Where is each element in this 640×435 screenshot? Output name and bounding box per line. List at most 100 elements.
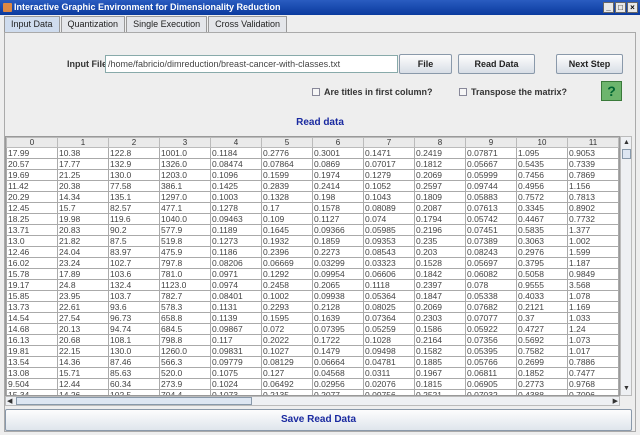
file-button[interactable]: File (399, 54, 452, 74)
table-cell[interactable]: 0.08543 (363, 246, 415, 258)
column-header[interactable]: 7 (363, 137, 415, 148)
table-cell[interactable]: 0.4956 (516, 180, 568, 192)
table-cell[interactable]: 0.2458 (261, 279, 313, 291)
table-cell[interactable]: 96.73 (108, 312, 160, 324)
table-cell[interactable]: 17.77 (57, 158, 109, 170)
table-cell[interactable]: 0.05922 (465, 323, 517, 335)
table-cell[interactable]: 15.71 (57, 367, 109, 379)
table-row[interactable]: 13.73 22.61 93.6 578.3 0.1131 0.2293 0.2128 0.0… (6, 301, 619, 313)
table-cell[interactable]: 0.1043 (363, 191, 415, 203)
table-cell[interactable]: 0.1075 (210, 367, 262, 379)
table-cell[interactable]: 0.07356 (465, 334, 517, 346)
table-cell[interactable]: 0.9053 (567, 147, 619, 159)
table-cell[interactable]: 0.08129 (261, 356, 313, 368)
table-cell[interactable]: 119.6 (108, 213, 160, 225)
table-cell[interactable]: 0.4467 (516, 213, 568, 225)
table-cell[interactable]: 0.06669 (261, 257, 313, 269)
table-cell[interactable]: 20.38 (57, 180, 109, 192)
table-cell[interactable]: 0.203 (414, 246, 466, 258)
table-cell[interactable]: 0.2069 (414, 169, 466, 181)
table-cell[interactable]: 0.4033 (516, 290, 568, 302)
column-header[interactable]: 3 (159, 137, 211, 148)
vertical-scrollbar[interactable]: ▲ ▼ (620, 136, 632, 396)
column-header[interactable]: 1 (57, 137, 109, 148)
table-cell[interactable]: 0.37 (516, 312, 568, 324)
table-cell[interactable]: 0.1859 (312, 235, 364, 247)
table-cell[interactable]: 14.68 (6, 323, 58, 335)
table-cell[interactable]: 0.1027 (261, 345, 313, 357)
table-cell[interactable]: 0.1139 (210, 312, 262, 324)
table-cell[interactable]: 0.07389 (465, 235, 517, 247)
table-cell[interactable]: 19.17 (6, 279, 58, 291)
table-row[interactable]: 20.57 17.77 132.9 1326.0 0.08474 0.07864 0.086… (6, 158, 619, 170)
table-row[interactable]: 19.81 22.15 130.0 1260.0 0.09831 0.1027 0.1479… (6, 345, 619, 357)
table-row[interactable]: 13.54 14.36 87.46 566.3 0.09779 0.08129 0.0666… (6, 356, 619, 368)
table-cell[interactable]: 0.5692 (516, 334, 568, 346)
input-file-field[interactable]: /home/fabricio/dimreduction/breast-cance… (105, 55, 398, 73)
table-cell[interactable]: 20.68 (57, 334, 109, 346)
table-cell[interactable]: 0.1328 (261, 191, 313, 203)
table-cell[interactable]: 0.06664 (312, 356, 364, 368)
table-cell[interactable]: 0.05999 (465, 169, 517, 181)
table-cell[interactable]: 0.2419 (414, 147, 466, 159)
table-cell[interactable]: 0.072 (261, 323, 313, 335)
table-cell[interactable]: 0.1189 (210, 224, 262, 236)
table-cell[interactable]: 93.6 (108, 301, 160, 313)
table-cell[interactable]: 0.1722 (312, 334, 364, 346)
table-cell[interactable]: 0.1184 (210, 147, 262, 159)
table-cell[interactable]: 0.09779 (210, 356, 262, 368)
table-cell[interactable]: 130.0 (108, 169, 160, 181)
table-row[interactable]: 14.68 20.13 94.74 684.5 0.09867 0.072 0.07395 0… (6, 323, 619, 335)
table-row[interactable]: 12.46 24.04 83.97 475.9 0.1186 0.2396 0.2273 0.… (6, 246, 619, 258)
table-row[interactable]: 13.0 21.82 87.5 519.8 0.1273 0.1932 0.1859 0.09… (6, 235, 619, 247)
table-cell[interactable]: 0.09498 (363, 345, 415, 357)
table-cell[interactable]: 77.58 (108, 180, 160, 192)
table-cell[interactable]: 0.2303 (414, 312, 466, 324)
table-cell[interactable]: 0.1292 (261, 268, 313, 280)
table-cell[interactable]: 0.05985 (363, 224, 415, 236)
table-cell[interactable]: 132.9 (108, 158, 160, 170)
table-cell[interactable]: 0.1809 (414, 191, 466, 203)
column-header[interactable]: 0 (6, 137, 58, 148)
table-cell[interactable]: 0.2976 (516, 246, 568, 258)
table-cell[interactable]: 0.1847 (414, 290, 466, 302)
table-cell[interactable]: 0.17 (261, 202, 313, 214)
table-cell[interactable]: 103.6 (108, 268, 160, 280)
table-cell[interactable]: 0.05395 (465, 345, 517, 357)
table-cell[interactable]: 0.109 (261, 213, 313, 225)
table-cell[interactable]: 1.377 (567, 224, 619, 236)
table-cell[interactable]: 0.02956 (312, 378, 364, 390)
horizontal-scrollbar[interactable]: ◀ ▶ (5, 396, 620, 406)
table-cell[interactable]: 1.073 (567, 334, 619, 346)
table-cell[interactable]: 1.002 (567, 235, 619, 247)
table-cell[interactable]: 0.09954 (312, 268, 364, 280)
table-cell[interactable]: 0.2196 (414, 224, 466, 236)
table-cell[interactable]: 18.25 (6, 213, 58, 225)
scroll-left-icon[interactable]: ◀ (7, 397, 12, 405)
table-cell[interactable]: 0.1273 (210, 235, 262, 247)
table-cell[interactable]: 0.1479 (312, 345, 364, 357)
table-cell[interactable]: 0.1639 (312, 312, 364, 324)
table-cell[interactable]: 0.08474 (210, 158, 262, 170)
table-cell[interactable]: 12.46 (6, 246, 58, 258)
table-cell[interactable]: 0.1842 (414, 268, 466, 280)
table-cell[interactable]: 0.07395 (312, 323, 364, 335)
table-cell[interactable]: 20.57 (6, 158, 58, 170)
table-cell[interactable]: 577.9 (159, 224, 211, 236)
table-cell[interactable]: 13.71 (6, 224, 58, 236)
table-cell[interactable]: 0.1967 (414, 367, 466, 379)
table-cell[interactable]: 0.9849 (567, 268, 619, 280)
table-cell[interactable]: 0.2396 (261, 246, 313, 258)
table-cell[interactable]: 22.61 (57, 301, 109, 313)
table-cell[interactable]: 0.1471 (363, 147, 415, 159)
table-cell[interactable]: 0.2164 (414, 334, 466, 346)
transpose-matrix-checkbox[interactable]: Transpose the matrix? (459, 87, 567, 97)
table-cell[interactable]: 1040.0 (159, 213, 211, 225)
table-cell[interactable]: 0.2839 (261, 180, 313, 192)
table-cell[interactable]: 1203.0 (159, 169, 211, 181)
table-cell[interactable]: 0.09938 (312, 290, 364, 302)
table-cell[interactable]: 0.9555 (516, 279, 568, 291)
table-cell[interactable]: 0.02076 (363, 378, 415, 390)
table-cell[interactable]: 0.07077 (465, 312, 517, 324)
scroll-thumb[interactable] (16, 397, 252, 405)
